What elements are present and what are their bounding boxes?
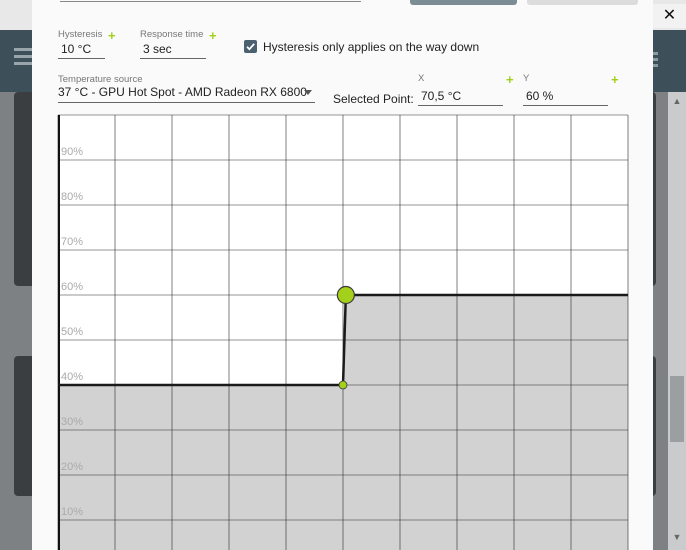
selected-curve-point[interactable]: [336, 285, 355, 305]
scroll-down-icon[interactable]: ▼: [670, 532, 684, 542]
temperature-source-underline: [58, 102, 315, 103]
response-time-underline: [140, 58, 206, 59]
hysteresis-down-label[interactable]: Hysteresis only applies on the way down: [263, 40, 479, 54]
y-tick-label: 90%: [61, 146, 83, 158]
x-input[interactable]: 70,5 °C: [421, 89, 461, 103]
cancel-button[interactable]: [527, 0, 638, 5]
response-time-plus-icon[interactable]: +: [209, 29, 217, 42]
hamburger-menu-icon: [14, 48, 34, 66]
name-input-underline[interactable]: [60, 1, 361, 2]
y-tick-label: 30%: [61, 416, 83, 428]
hysteresis-underline: [58, 58, 105, 59]
scroll-up-icon[interactable]: ▲: [670, 96, 684, 106]
y-tick-label: 60%: [61, 281, 83, 293]
x-label: X: [418, 73, 425, 84]
response-time-input[interactable]: 3 sec: [143, 42, 172, 56]
x-underline: [418, 105, 503, 106]
y-tick-label: 10%: [61, 506, 83, 518]
background-scrollbar-thumb[interactable]: [670, 376, 684, 442]
curve-point[interactable]: [338, 380, 348, 390]
hysteresis-plus-icon[interactable]: +: [108, 29, 116, 42]
selected-point-label: Selected Point:: [333, 92, 414, 106]
temperature-source-select[interactable]: 37 °C - GPU Hot Spot - AMD Radeon RX 680…: [58, 85, 307, 99]
y-tick-label: 80%: [61, 191, 83, 203]
y-tick-label: 50%: [61, 326, 83, 338]
hysteresis-down-checkbox[interactable]: [244, 40, 257, 53]
background-scrollbar[interactable]: [668, 92, 686, 550]
y-tick-label: 40%: [61, 371, 83, 383]
y-tick-label: 20%: [61, 461, 83, 473]
fan-curve-svg[interactable]: 10% 20% 30% 40% 50% 60% 70% 80% 90%: [57, 114, 629, 550]
hysteresis-label: Hysteresis: [58, 29, 103, 40]
y-tick-label: 70%: [61, 236, 83, 248]
y-underline: [523, 105, 608, 106]
y-label: Y: [523, 73, 530, 84]
y-plus-icon[interactable]: +: [611, 73, 619, 86]
y-input[interactable]: 60 %: [526, 89, 553, 103]
hysteresis-input[interactable]: 10 °C: [61, 42, 91, 56]
response-time-label: Response time: [140, 29, 204, 40]
temperature-source-label: Temperature source: [58, 74, 143, 85]
save-button[interactable]: [410, 0, 517, 5]
x-plus-icon[interactable]: +: [506, 73, 514, 86]
chevron-down-icon[interactable]: [304, 90, 312, 95]
fan-curve-chart[interactable]: 10% 20% 30% 40% 50% 60% 70% 80% 90%: [57, 114, 629, 550]
checkmark-icon: [246, 43, 255, 51]
close-icon[interactable]: ✕: [653, 4, 686, 28]
